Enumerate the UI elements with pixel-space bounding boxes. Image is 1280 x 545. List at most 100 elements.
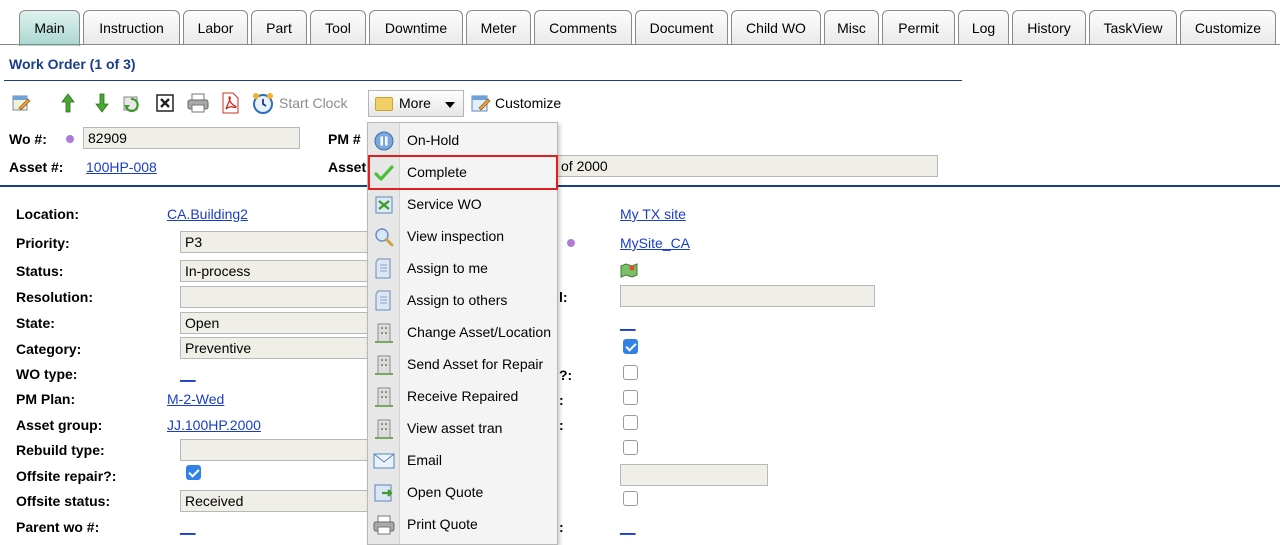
offsite-status-field[interactable]: Received — [180, 490, 368, 512]
mysite-link[interactable]: MySite_CA — [620, 235, 690, 251]
priority-label: Priority: — [16, 235, 70, 251]
menu-item-label: Print Quote — [407, 516, 478, 532]
tab-taskview[interactable]: TaskView — [1089, 10, 1177, 45]
location-link[interactable]: CA.Building2 — [167, 206, 248, 222]
tab-comments[interactable]: Comments — [534, 10, 632, 45]
magnifier-icon — [373, 226, 395, 248]
tab-document[interactable]: Document — [635, 10, 728, 45]
site-link[interactable]: My TX site — [620, 206, 686, 222]
menu-item-assign-to-me[interactable]: Assign to me — [368, 253, 557, 285]
tab-misc[interactable]: Misc — [824, 10, 879, 45]
tab-labor[interactable]: Labor — [183, 10, 248, 45]
menu-item-label: Assign to others — [407, 292, 508, 308]
right-field-label-2: ?: — [559, 367, 573, 383]
wo-number-field[interactable]: 82909 — [83, 127, 300, 149]
menu-item-assign-to-others[interactable]: Assign to others — [368, 285, 557, 317]
arrow-down-icon[interactable] — [91, 92, 113, 114]
pm-number-label: PM # — [328, 131, 361, 147]
right-field-label-4: : — [559, 417, 564, 433]
menu-item-complete[interactable]: Complete — [368, 157, 557, 189]
title-divider — [4, 80, 962, 81]
menu-item-label: Open Quote — [407, 484, 484, 500]
tab-downtime[interactable]: Downtime — [369, 10, 463, 45]
menu-item-view-asset-tran[interactable]: View asset tran — [368, 413, 557, 445]
offsite-repair-checkbox[interactable] — [186, 465, 201, 480]
right-field-label-3: : — [559, 392, 564, 408]
printer-icon[interactable] — [187, 92, 209, 114]
menu-item-print-quote[interactable]: Print Quote — [368, 509, 557, 541]
tab-permit[interactable]: Permit — [882, 10, 955, 45]
clock-icon[interactable] — [252, 92, 274, 114]
pause-icon — [373, 130, 395, 152]
menu-item-change-asset-location[interactable]: Change Asset/Location — [368, 317, 557, 349]
right-checkbox-4[interactable] — [623, 415, 638, 430]
arrow-up-icon[interactable] — [57, 92, 79, 114]
parent-wo-link[interactable]: __ — [180, 519, 196, 535]
asset-description-field[interactable]: of 2000 — [556, 155, 938, 177]
header-divider — [0, 185, 1280, 187]
state-field[interactable]: Open — [180, 312, 368, 334]
page-title: Work Order (1 of 3) — [9, 56, 136, 72]
right-checkbox-2[interactable] — [623, 365, 638, 380]
priority-field[interactable]: P3 — [180, 231, 368, 253]
right-checkbox-1[interactable] — [623, 339, 638, 354]
menu-item-label: View inspection — [407, 228, 505, 244]
right-checkbox-6[interactable] — [623, 491, 638, 506]
menu-item-label: Service WO — [407, 196, 482, 212]
building-icon — [373, 322, 395, 344]
wo-type-label: WO type: — [16, 366, 78, 382]
tab-child-wo[interactable]: Child WO — [731, 10, 821, 45]
asset-number-link[interactable]: 100HP-008 — [86, 159, 157, 175]
menu-item-email[interactable]: Email — [368, 445, 557, 477]
tab-main[interactable]: Main — [19, 10, 80, 46]
tab-instruction[interactable]: Instruction — [83, 10, 180, 45]
required-dot-icon — [66, 135, 74, 143]
resolution-field[interactable] — [180, 286, 368, 308]
menu-item-on-hold[interactable]: On-Hold — [368, 125, 557, 157]
right-underscore-link-1[interactable]: __ — [620, 315, 636, 331]
tab-bar: Main Instruction Labor Part Tool Downtim… — [0, 0, 1280, 46]
category-field[interactable]: Preventive — [180, 337, 368, 359]
right-text-field-1[interactable] — [620, 285, 875, 307]
delete-icon[interactable] — [154, 92, 176, 114]
tab-meter[interactable]: Meter — [466, 10, 531, 45]
tab-tool[interactable]: Tool — [310, 10, 366, 45]
right-underscore-link-2[interactable]: __ — [620, 519, 636, 535]
wo-type-link[interactable]: __ — [180, 366, 196, 382]
rebuild-type-field[interactable] — [180, 439, 368, 461]
customize-button[interactable]: Customize — [495, 95, 561, 111]
tab-customize[interactable]: Customize — [1180, 10, 1276, 45]
right-field-label-5: : — [559, 519, 564, 535]
customize-icon[interactable] — [470, 92, 492, 114]
menu-item-view-inspection[interactable]: View inspection — [368, 221, 557, 253]
menu-item-service-wo[interactable]: Service WO — [368, 189, 557, 221]
right-text-field-2[interactable] — [620, 464, 768, 486]
refresh-icon[interactable] — [121, 92, 143, 114]
tab-part[interactable]: Part — [251, 10, 307, 45]
category-label: Category: — [16, 341, 82, 357]
right-checkbox-5[interactable] — [623, 440, 638, 455]
offsite-status-label: Offsite status: — [16, 493, 111, 509]
right-field-label-1: l: — [559, 289, 568, 305]
start-clock-button[interactable]: Start Clock — [279, 95, 347, 111]
location-label: Location: — [16, 206, 79, 222]
right-checkbox-3[interactable] — [623, 390, 638, 405]
menu-item-label: Complete — [407, 164, 467, 180]
offsite-repair-label: Offsite repair?: — [16, 468, 117, 484]
tab-log[interactable]: Log — [958, 10, 1009, 45]
status-label: Status: — [16, 263, 64, 279]
tab-history[interactable]: History — [1012, 10, 1086, 45]
map-icon[interactable] — [620, 262, 638, 281]
menu-item-open-quote[interactable]: Open Quote — [368, 477, 557, 509]
more-button[interactable]: More — [368, 90, 464, 117]
asset-group-link[interactable]: JJ.100HP.2000 — [167, 417, 261, 433]
menu-item-label: Email — [407, 452, 443, 468]
menu-item-receive-repaired[interactable]: Receive Repaired — [368, 381, 557, 413]
menu-item-send-asset-for-repair[interactable]: Send Asset for Repair — [368, 349, 557, 381]
building-icon — [373, 386, 395, 408]
pm-plan-link[interactable]: M-2-Wed — [167, 391, 224, 407]
status-field[interactable]: In-process — [180, 260, 368, 282]
edit-icon[interactable] — [10, 92, 32, 114]
pdf-icon[interactable] — [219, 92, 241, 114]
tab-bar-divider — [0, 44, 1280, 45]
